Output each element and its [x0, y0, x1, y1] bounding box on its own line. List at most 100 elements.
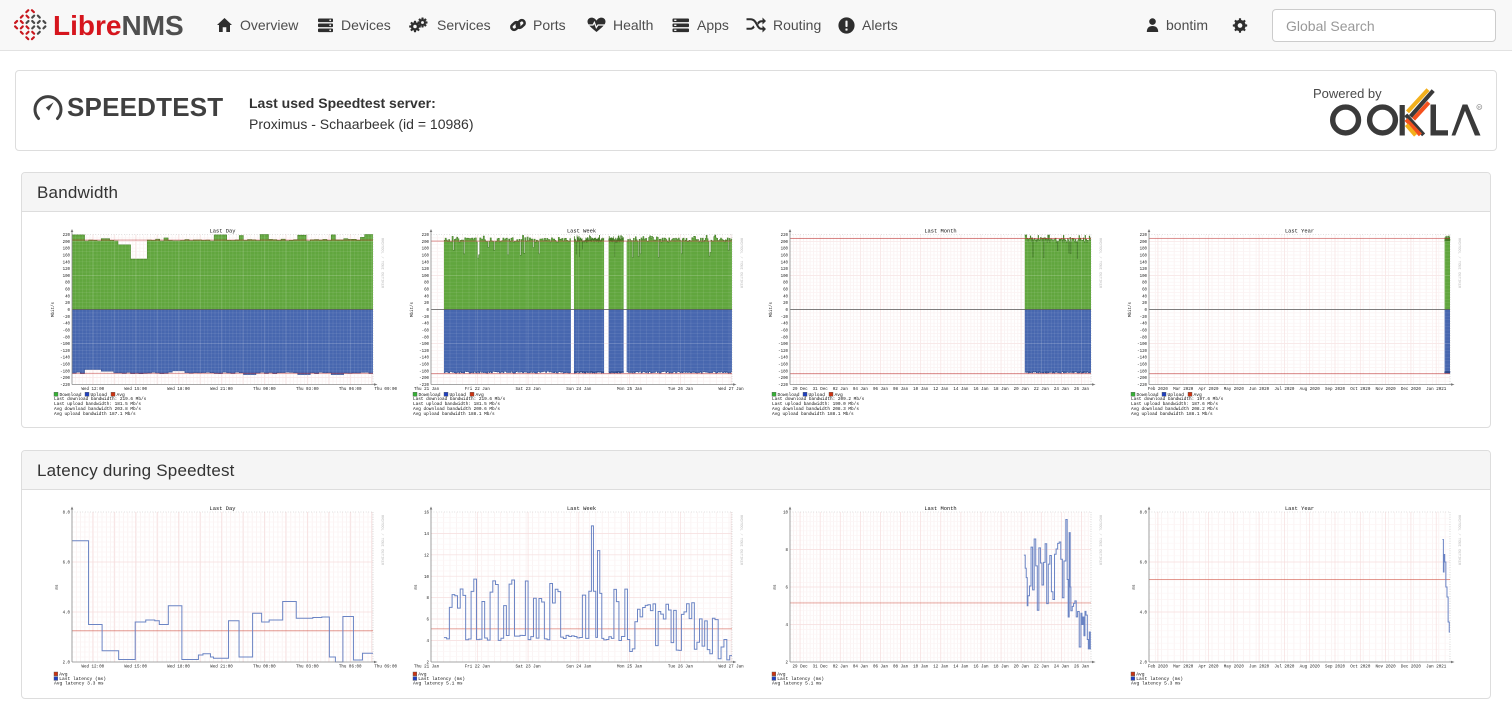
svg-text:18 Jan: 18 Jan: [993, 666, 1009, 670]
svg-text:6: 6: [426, 619, 429, 623]
svg-text:80: 80: [1142, 282, 1147, 286]
svg-text:Feb 2020: Feb 2020: [1147, 387, 1168, 392]
svg-text:26 Jan: 26 Jan: [1073, 388, 1089, 392]
svg-text:220: 220: [421, 234, 429, 238]
svg-text:RRDTOOL / TOBI OETIKER: RRDTOOL / TOBI OETIKER: [379, 238, 384, 289]
svg-text:24 Jan: 24 Jan: [1053, 388, 1069, 392]
svg-text:Thu 09:00: Thu 09:00: [374, 387, 397, 392]
svg-text:120: 120: [780, 268, 788, 272]
svg-text:180: 180: [421, 248, 429, 252]
svg-text:-120: -120: [60, 350, 70, 354]
svg-text:Oct 2020: Oct 2020: [1350, 388, 1371, 392]
svg-text:-200: -200: [60, 377, 70, 381]
svg-text:18 Jan: 18 Jan: [993, 388, 1009, 392]
svg-text:Last Week: Last Week: [566, 506, 595, 512]
svg-text:20: 20: [65, 302, 70, 306]
svg-text:14 Jan: 14 Jan: [953, 388, 969, 392]
svg-text:20: 20: [783, 302, 788, 306]
svg-text:-160: -160: [60, 364, 70, 368]
svg-text:0: 0: [1144, 309, 1147, 313]
svg-text:RRDTOOL / TOBI OETIKER: RRDTOOL / TOBI OETIKER: [1456, 238, 1461, 289]
svg-text:Wed 18:00: Wed 18:00: [167, 665, 190, 670]
svg-text:60: 60: [1142, 289, 1147, 293]
svg-text:2.0: 2.0: [62, 662, 70, 666]
svg-text:140: 140: [1139, 261, 1147, 265]
svg-text:-120: -120: [1137, 350, 1147, 354]
svg-text:Thu 21 Jan: Thu 21 Jan: [414, 387, 440, 392]
svg-text:Mbit/s: Mbit/s: [410, 301, 415, 317]
svg-text:Wed 21:00: Wed 21:00: [210, 665, 233, 670]
svg-text:Jul 2020: Jul 2020: [1274, 387, 1295, 392]
svg-text:Jun 2020: Jun 2020: [1249, 666, 1270, 670]
svg-text:160: 160: [1139, 254, 1147, 258]
svg-text:12: 12: [424, 554, 429, 558]
svg-text:220: 220: [1139, 234, 1147, 238]
svg-text:Tue 26 Jan: Tue 26 Jan: [667, 666, 693, 670]
svg-text:80: 80: [783, 282, 788, 286]
svg-text:Thu 06:00: Thu 06:00: [338, 665, 361, 670]
svg-text:ms: ms: [1133, 584, 1137, 590]
svg-text:May 2020: May 2020: [1223, 666, 1244, 670]
svg-text:Oct 2020: Oct 2020: [1350, 666, 1371, 670]
svg-text:Jan 2021: Jan 2021: [1426, 666, 1447, 670]
svg-text:Mbit/s: Mbit/s: [1128, 301, 1133, 317]
svg-text:22 Jan: 22 Jan: [1033, 388, 1049, 392]
svg-text:-60: -60: [62, 329, 70, 333]
svg-text:160: 160: [421, 254, 429, 258]
svg-text:Jun 2020: Jun 2020: [1249, 388, 1270, 392]
svg-text:-140: -140: [778, 357, 788, 361]
svg-text:-160: -160: [1137, 364, 1147, 368]
svg-text:40: 40: [424, 295, 429, 299]
svg-text:Mbit/s: Mbit/s: [51, 301, 56, 317]
svg-text:4: 4: [426, 640, 429, 644]
svg-text:-100: -100: [419, 343, 429, 347]
svg-text:10: 10: [783, 512, 788, 516]
svg-text:0: 0: [785, 309, 788, 313]
svg-text:6: 6: [785, 587, 788, 591]
svg-text:Fri 22 Jan: Fri 22 Jan: [464, 665, 490, 670]
svg-text:Thu 00:00: Thu 00:00: [253, 665, 276, 670]
svg-text:220: 220: [62, 234, 70, 238]
svg-text:200: 200: [1139, 241, 1147, 245]
svg-text:12 Jan: 12 Jan: [933, 388, 949, 392]
svg-text:Mbit/s: Mbit/s: [769, 301, 774, 317]
svg-text:10 Jan: 10 Jan: [913, 388, 929, 392]
svg-text:6.0: 6.0: [1139, 562, 1147, 566]
svg-text:Avg upload bandwidth 188.1 Mb/: Avg upload bandwidth 188.1 Mb/s: [772, 412, 854, 417]
svg-text:RRDTOOL / TOBI OETIKER: RRDTOOL / TOBI OETIKER: [1097, 238, 1102, 289]
svg-text:Last Month: Last Month: [924, 506, 956, 512]
svg-text:60: 60: [65, 289, 70, 293]
svg-text:200: 200: [62, 241, 70, 245]
svg-text:-140: -140: [1137, 357, 1147, 361]
svg-text:180: 180: [62, 248, 70, 252]
svg-text:120: 120: [1139, 268, 1147, 272]
svg-text:14: 14: [424, 533, 429, 537]
svg-text:-220: -220: [1137, 384, 1147, 388]
svg-text:-80: -80: [421, 336, 429, 340]
svg-text:Avg latency 5.1 ms: Avg latency 5.1 ms: [772, 681, 822, 687]
svg-text:ms: ms: [56, 584, 60, 590]
svg-text:14 Jan: 14 Jan: [953, 666, 969, 670]
svg-text:Jul 2020: Jul 2020: [1274, 665, 1295, 670]
svg-text:Aug 2020: Aug 2020: [1299, 666, 1320, 670]
svg-text:Nov 2020: Nov 2020: [1375, 666, 1396, 670]
svg-text:180: 180: [1139, 248, 1147, 252]
svg-text:180: 180: [780, 248, 788, 252]
svg-text:Mar 2020: Mar 2020: [1173, 388, 1194, 392]
svg-text:Sep 2020: Sep 2020: [1324, 666, 1345, 670]
svg-text:Sun 24 Jan: Sun 24 Jan: [566, 388, 592, 392]
svg-text:100: 100: [62, 275, 70, 279]
svg-text:16: 16: [424, 512, 429, 516]
svg-text:Thu 00:00: Thu 00:00: [253, 387, 276, 392]
svg-text:8: 8: [785, 549, 788, 553]
svg-text:26 Jan: 26 Jan: [1073, 666, 1089, 670]
svg-text:4.0: 4.0: [1139, 612, 1147, 616]
svg-text:-80: -80: [62, 336, 70, 340]
svg-text:Mar 2020: Mar 2020: [1173, 666, 1194, 670]
svg-text:100: 100: [780, 275, 788, 279]
svg-text:10: 10: [424, 576, 429, 580]
svg-text:Wed 27 Jan: Wed 27 Jan: [718, 387, 744, 392]
svg-text:8: 8: [426, 597, 429, 601]
svg-text:40: 40: [1142, 295, 1147, 299]
svg-text:-60: -60: [421, 329, 429, 333]
